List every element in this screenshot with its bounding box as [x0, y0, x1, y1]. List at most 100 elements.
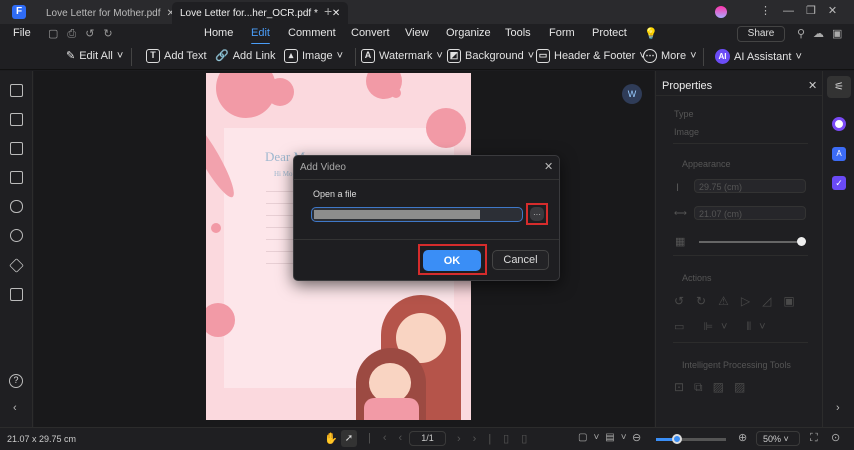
cancel-button[interactable]: Cancel: [492, 250, 549, 270]
properties-panel: Properties ✕ Type Image Appearance I 29.…: [655, 71, 823, 427]
view-mode-icons[interactable]: ▢˅▤˅: [578, 432, 633, 443]
add-video-dialog: Add Video ✕ Open a file ··· OK Cancel: [293, 155, 560, 281]
add-text-button[interactable]: T Add Text: [146, 49, 207, 63]
highlight-ok: [418, 244, 487, 275]
divider: [355, 48, 356, 66]
help-icon[interactable]: ?: [9, 374, 23, 388]
link-icon: 🔗: [215, 50, 229, 62]
body-text: Hi Mo: [274, 170, 293, 178]
tab-love-letter[interactable]: Love Letter for Mother.pdf ✕: [38, 2, 183, 24]
collapse-icon[interactable]: ‹: [13, 402, 17, 414]
cloud-icons[interactable]: ⚲☁▣: [797, 27, 850, 40]
tab-label: Love Letter for...her_OCR.pdf *: [180, 7, 318, 19]
zoom-level-select[interactable]: 50% ˅: [756, 431, 800, 446]
intelligent-tool-icons[interactable]: ⊡⧉▨▨: [674, 380, 755, 395]
window-controls[interactable]: ⋮—❐✕: [760, 4, 849, 17]
header-footer-icon: ▭: [536, 49, 550, 63]
properties-icon[interactable]: ⚟: [827, 76, 851, 98]
signature-icon[interactable]: [10, 288, 23, 301]
zoom-slider-thumb[interactable]: [672, 434, 682, 444]
watermark-button[interactable]: A Watermark ˅: [361, 49, 443, 63]
menu-home[interactable]: Home: [204, 27, 233, 39]
background-button[interactable]: ◩ Background ˅: [447, 49, 534, 63]
properties-title: Properties: [662, 80, 713, 92]
opacity-slider-thumb[interactable]: [797, 237, 806, 246]
divider: [703, 48, 704, 66]
hand-tool-icon[interactable]: ✋: [324, 432, 338, 445]
image-button[interactable]: ▴ Image ˅: [284, 49, 343, 63]
left-sidebar: ? ‹: [0, 71, 33, 427]
file-menu[interactable]: File: [13, 27, 31, 39]
close-icon[interactable]: ✕: [808, 79, 817, 92]
close-icon[interactable]: ✕: [332, 8, 340, 19]
type-label: Type: [674, 109, 694, 119]
close-icon[interactable]: ✕: [544, 160, 553, 173]
thumbnails-icon[interactable]: [10, 171, 23, 184]
attachment-icon[interactable]: [10, 200, 23, 213]
divider: [131, 48, 132, 66]
menu-form[interactable]: Form: [549, 27, 575, 39]
word-badge-icon[interactable]: W: [622, 84, 642, 104]
tab-love-letter-ocr[interactable]: Love Letter for...her_OCR.pdf * ✕: [172, 2, 349, 24]
more-icon: ⋯: [643, 49, 657, 63]
app-logo: F: [12, 5, 26, 19]
page-number-input[interactable]: 1/1: [409, 431, 446, 446]
more-button[interactable]: ⋯ More ˅: [643, 49, 697, 63]
add-link-button[interactable]: 🔗 Add Link: [215, 49, 276, 63]
action-icons-row2[interactable]: ▭ ⊫˅ ⫴˅: [674, 320, 774, 334]
menu-edit[interactable]: Edit: [251, 27, 270, 45]
avatar[interactable]: [715, 6, 727, 18]
select-tool-icon[interactable]: ➚: [341, 430, 357, 447]
actions-section[interactable]: Actions: [682, 273, 712, 283]
opacity-slider[interactable]: [699, 241, 803, 243]
menu-convert[interactable]: Convert: [351, 27, 390, 39]
zoom-slider[interactable]: [656, 438, 726, 441]
menu-view[interactable]: View: [405, 27, 429, 39]
menu-bar: File ▢⎙↺↻ Home Edit Comment Convert View…: [0, 24, 854, 45]
action-icons[interactable]: ↺↻⚠▷◿▣: [674, 294, 807, 308]
menu-comment[interactable]: Comment: [288, 27, 336, 39]
width-icon: ⟷: [674, 208, 687, 218]
intelligent-tools-section[interactable]: Intelligent Processing Tools: [682, 360, 791, 370]
zoom-out-icon[interactable]: ⊖: [632, 431, 641, 444]
image-icon: ▴: [284, 49, 298, 63]
search-icon[interactable]: [10, 229, 23, 242]
edit-all-button[interactable]: ✎ Edit All ˅: [66, 49, 123, 63]
status-bar: 21.07 x 29.75 cm ✋ ➚ |‹‹ 1/1 ››|▯▯ ▢˅▤˅ …: [0, 427, 854, 450]
page-icon[interactable]: [10, 84, 23, 97]
page-dimensions: 21.07 x 29.75 cm: [7, 434, 77, 444]
height-icon: I: [676, 182, 680, 194]
bookmark-icon[interactable]: [10, 113, 23, 126]
header-footer-button[interactable]: ▭ Header & Footer ˅: [536, 49, 646, 63]
ai-assistant-button[interactable]: AI AI Assistant ˅: [715, 49, 802, 64]
menu-organize[interactable]: Organize: [446, 27, 491, 39]
menu-protect[interactable]: Protect: [592, 27, 627, 39]
appearance-section[interactable]: Appearance: [682, 159, 731, 169]
file-path-input[interactable]: [311, 207, 523, 222]
file-path-value: [314, 210, 480, 219]
page-nav-next[interactable]: ››|▯▯: [457, 432, 539, 445]
share-button[interactable]: Share: [737, 26, 785, 42]
page-nav-prev[interactable]: |‹‹: [368, 432, 414, 444]
edit-toolbar: ✎ Edit All ˅ T Add Text 🔗 Add Link ▴ Image ˅ A…: [0, 44, 854, 70]
lightbulb-icon[interactable]: 💡: [644, 27, 658, 40]
quick-icons[interactable]: ▢⎙↺↻: [48, 27, 122, 41]
tab-label: Love Letter for Mother.pdf: [46, 7, 161, 19]
width-input[interactable]: 21.07 (cm): [694, 206, 806, 220]
layers-icon[interactable]: [9, 258, 24, 273]
background-icon: ◩: [447, 49, 461, 63]
more-options-icon[interactable]: ⊙: [831, 431, 840, 444]
comment-icon[interactable]: [10, 142, 23, 155]
new-tab-button[interactable]: +: [324, 3, 332, 19]
menu-tools[interactable]: Tools: [505, 27, 531, 39]
height-input[interactable]: 29.75 (cm): [694, 179, 806, 193]
title-bar: F Love Letter for Mother.pdf ✕ Love Lette…: [0, 0, 854, 24]
zoom-in-icon[interactable]: ⊕: [738, 431, 747, 444]
translate-icon[interactable]: A: [832, 147, 846, 161]
highlight-browse: [526, 203, 548, 225]
check-icon[interactable]: ✓: [832, 176, 846, 190]
ai-bot-icon[interactable]: [832, 117, 846, 131]
expand-icon[interactable]: ›: [836, 402, 840, 414]
dialog-title: Add Video: [300, 162, 346, 173]
fullscreen-icon[interactable]: ⛶: [810, 432, 818, 445]
